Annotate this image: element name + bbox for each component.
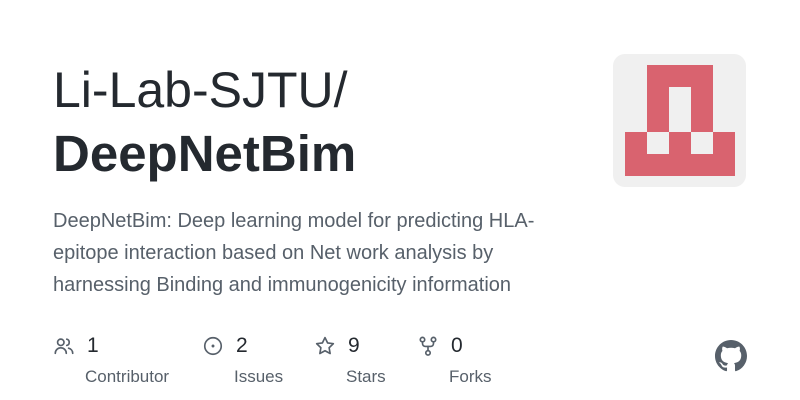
star-count: 9 (348, 334, 360, 357)
stat-stars[interactable]: 9 Stars (314, 333, 386, 389)
star-icon (315, 336, 335, 355)
org-logo-icon (625, 65, 735, 176)
contributor-count: 1 (87, 334, 99, 357)
repo-description: DeepNetBim: Deep learning model for pred… (53, 210, 535, 296)
issue-count: 2 (236, 334, 248, 357)
org-avatar[interactable] (613, 54, 746, 187)
contributor-label: Contributor (85, 367, 170, 386)
stat-forks[interactable]: 0 Forks (417, 333, 492, 389)
people-icon (54, 338, 74, 355)
repo-owner[interactable]: Li-Lab-SJTU/ (53, 60, 348, 120)
github-mark-icon (715, 340, 747, 372)
forks-label: Forks (449, 367, 492, 386)
fork-icon (419, 336, 437, 356)
fork-count: 0 (451, 334, 463, 357)
stat-issues[interactable]: 2 Issues (202, 333, 283, 389)
repo-name[interactable]: DeepNetBim (53, 124, 356, 184)
stars-label: Stars (346, 367, 386, 386)
issue-circle-icon (203, 336, 223, 356)
stat-contributors[interactable]: 1 Contributor (53, 333, 169, 389)
issues-label: Issues (234, 367, 284, 386)
